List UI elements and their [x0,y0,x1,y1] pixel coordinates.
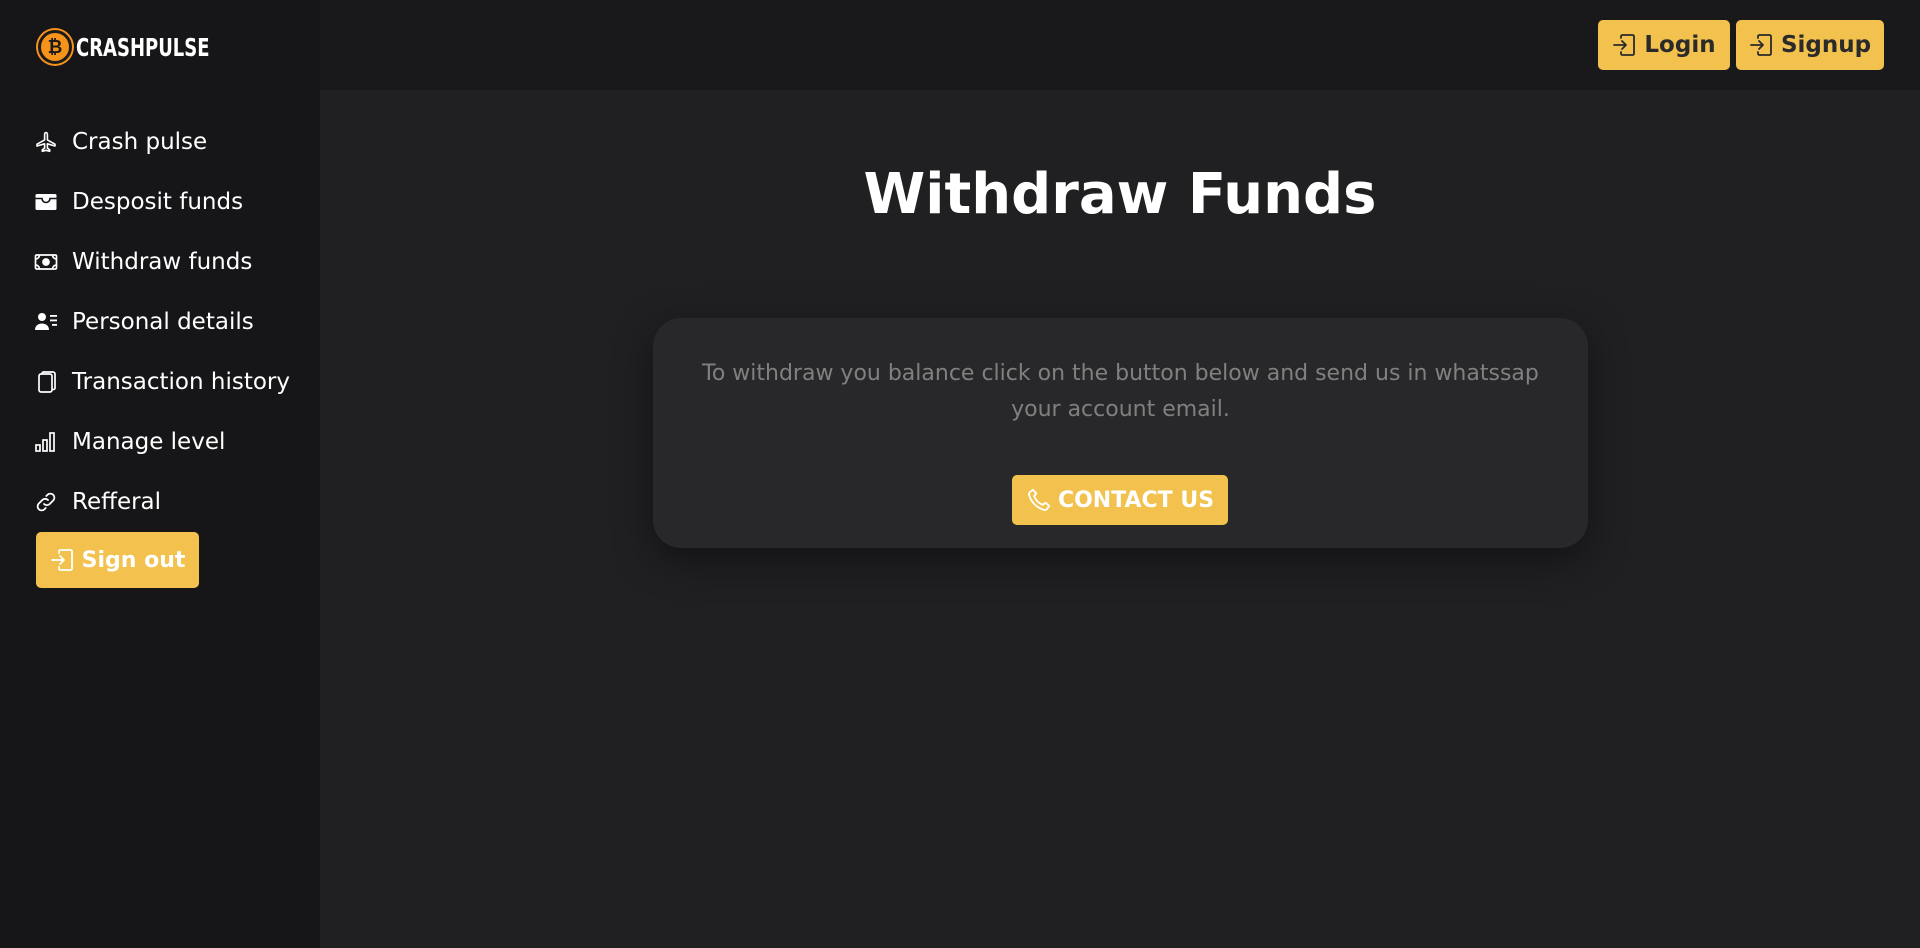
sidebar-item-transaction-history[interactable]: Transaction history [34,352,290,412]
brand-name: CRASHPULSE [76,32,210,62]
sidebar-item-label: Manage level [72,429,226,455]
wallet-icon [34,190,58,214]
phone-icon [1027,488,1051,511]
sidebar-item-personal-details[interactable]: Personal details [34,292,290,352]
sidebar-item-label: Transaction history [72,369,290,395]
files-icon [34,370,58,394]
sidebar-item-label: Crash pulse [72,129,208,155]
sidebar-item-withdraw-funds[interactable]: Withdraw funds [34,232,290,292]
sidebar-item-label: Desposit funds [72,189,244,215]
sidebar-item-crash-pulse[interactable]: Crash pulse [34,112,290,172]
link-icon [34,490,58,514]
withdraw-instructions: To withdraw you balance click on the but… [702,361,1539,422]
sign-out-label: Sign out [81,547,186,573]
login-button[interactable]: Login [1598,20,1730,70]
bar-chart-icon [34,430,58,454]
sign-out-button[interactable]: Sign out [36,532,199,588]
login-label: Login [1644,32,1716,58]
cash-icon [34,250,58,274]
sidebar-item-label: Refferal [72,489,162,515]
signup-button[interactable]: Signup [1736,20,1884,70]
contact-us-label: CONTACT US [1057,487,1215,513]
signup-label: Signup [1780,32,1872,58]
contact-us-button[interactable]: CONTACT US [1012,475,1228,525]
page-title: Withdraw Funds [863,162,1377,227]
sign-in-icon [50,549,73,571]
sidebar-item-label: Withdraw funds [72,249,253,275]
brand-logo[interactable]: ₿ CRASHPULSE [38,30,243,64]
withdraw-card: To withdraw you balance click on the but… [653,318,1588,548]
bitcoin-icon: ₿ [38,30,72,64]
sidebar-item-manage-level[interactable]: Manage level [34,412,290,472]
sidebar-item-refferal[interactable]: Refferal [34,472,290,532]
sidebar-item-deposit-funds[interactable]: Desposit funds [34,172,290,232]
sign-in-icon [1613,34,1636,56]
sidebar: ₿ CRASHPULSE Crash pulse Desposit funds … [0,0,320,948]
sidebar-nav: Crash pulse Desposit funds Withdraw fund… [34,112,290,532]
person-lines-icon [34,310,58,334]
sign-in-icon [1750,34,1772,56]
sidebar-item-label: Personal details [72,309,254,335]
airplane-icon [34,130,58,154]
